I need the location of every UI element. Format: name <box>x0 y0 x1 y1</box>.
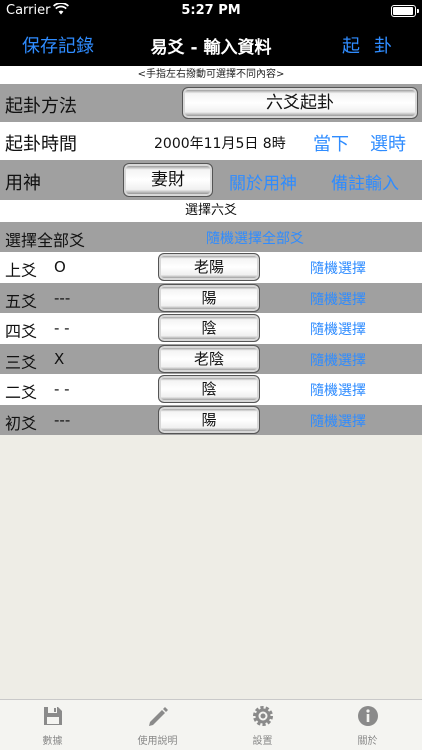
about-yongshen-button[interactable]: 關於用神 <box>229 169 297 194</box>
time-value[interactable]: 2000年11月5日 8時 <box>154 133 286 153</box>
swipe-hint: <手指左右撥動可選擇不同內容> <box>0 66 422 84</box>
tab-settings[interactable]: 設置 <box>210 704 315 747</box>
yao-name: 三爻 <box>5 352 38 372</box>
now-button[interactable]: 當下 <box>313 130 349 156</box>
method-label: 起卦方法 <box>5 96 77 117</box>
note-input-button[interactable]: 備註輸入 <box>331 169 399 194</box>
yao-value-picker[interactable]: 老陽 <box>158 253 260 281</box>
yao-name: 二爻 <box>5 383 38 402</box>
yao-row: 上爻 O 老陽 隨機選擇 <box>0 252 422 283</box>
yongshen-row: 用神 妻財 關於用神 備註輸入 <box>0 160 422 200</box>
tab-label: 使用說明 <box>137 736 178 747</box>
time-label: 起卦時間 <box>5 134 77 155</box>
yao-row: 三爻 X 老陰 隨機選擇 <box>0 343 422 374</box>
random-select-button[interactable]: 隨機選擇 <box>310 319 366 339</box>
choose-time-button[interactable]: 選時 <box>370 130 406 156</box>
tab-about[interactable]: 關於 <box>315 704 420 747</box>
random-select-button[interactable]: 隨機選擇 <box>310 411 366 431</box>
battery-icon <box>391 5 419 17</box>
yao-symbol: X <box>54 349 65 368</box>
yao-row: 二爻 - - 陰 隨機選擇 <box>0 374 422 405</box>
navigation-bar: 保存記錄 易爻 - 輸入資料 起卦 <box>0 22 422 66</box>
yao-name: 五爻 <box>5 291 38 311</box>
floppy-disk-icon <box>0 704 105 730</box>
tab-label: 設置 <box>252 736 273 747</box>
start-divination-button[interactable]: 起卦 <box>342 32 406 58</box>
select-all-row: 選擇全部爻 隨機選擇全部爻 <box>0 222 422 252</box>
section-title: 選擇六爻 <box>0 200 422 222</box>
tab-instructions[interactable]: 使用說明 <box>105 704 210 747</box>
yao-value-picker[interactable]: 陰 <box>158 314 260 342</box>
tab-label: 關於 <box>357 736 378 747</box>
info-icon <box>315 704 420 730</box>
random-select-button[interactable]: 隨機選擇 <box>310 380 366 400</box>
yao-symbol: --- <box>54 410 71 429</box>
select-all-label: 選擇全部爻 <box>5 231 86 250</box>
status-time: 5:27 PM <box>181 3 241 18</box>
yao-row: 四爻 - - 陰 隨機選擇 <box>0 313 422 344</box>
status-bar: Carrier 5:27 PM <box>0 0 422 22</box>
yao-row: 五爻 --- 陽 隨機選擇 <box>0 282 422 313</box>
random-select-button[interactable]: 隨機選擇 <box>310 289 366 309</box>
pencil-icon <box>105 704 210 730</box>
yao-symbol: - - <box>54 380 70 398</box>
yao-value-picker[interactable]: 陰 <box>158 375 260 403</box>
yao-value-picker[interactable]: 陽 <box>158 283 260 312</box>
tab-bar: 數據 使用說明 設置 關於 <box>0 699 422 750</box>
gear-icon <box>210 704 315 730</box>
yao-name: 初爻 <box>5 413 38 433</box>
yao-symbol: - - <box>54 319 70 337</box>
yongshen-label: 用神 <box>5 173 41 194</box>
yongshen-picker[interactable]: 妻財 <box>123 163 213 197</box>
tab-label: 數據 <box>42 736 63 747</box>
yao-symbol: O <box>54 258 66 276</box>
tab-data[interactable]: 數據 <box>0 704 105 747</box>
random-all-button[interactable]: 隨機選擇全部爻 <box>206 228 304 248</box>
yao-row: 初爻 --- 陽 隨機選擇 <box>0 404 422 435</box>
yao-value-picker[interactable]: 老陰 <box>158 344 260 373</box>
random-select-button[interactable]: 隨機選擇 <box>310 258 366 278</box>
time-row: 起卦時間 2000年11月5日 8時 當下 選時 <box>0 122 422 160</box>
yao-value-picker[interactable]: 陽 <box>158 405 260 434</box>
method-picker[interactable]: 六爻起卦 <box>182 87 418 119</box>
method-row: 起卦方法 六爻起卦 <box>0 84 422 122</box>
random-select-button[interactable]: 隨機選擇 <box>310 350 366 370</box>
yao-name: 上爻 <box>5 261 38 280</box>
yao-name: 四爻 <box>5 322 38 341</box>
yao-symbol: --- <box>54 288 71 307</box>
